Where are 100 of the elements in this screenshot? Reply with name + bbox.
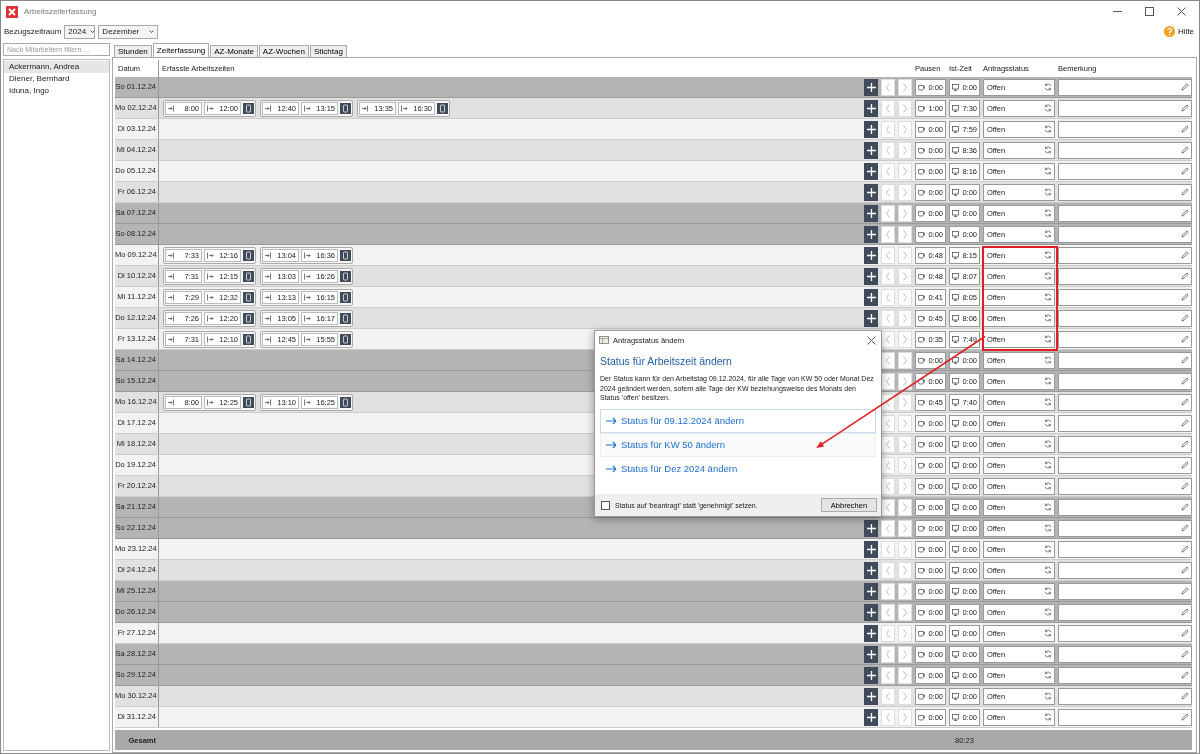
employee-item[interactable]: Diener, Bernhard: [4, 73, 109, 85]
tab[interactable]: AZ-Wochen: [258, 45, 309, 57]
year-dropdown[interactable]: 2024: [64, 24, 96, 39]
remark-field[interactable]: [1058, 330, 1192, 348]
add-button[interactable]: [864, 666, 878, 684]
remark-field[interactable]: [1058, 393, 1192, 411]
remark-field[interactable]: [1058, 540, 1192, 558]
remark-field[interactable]: [1058, 582, 1192, 600]
remark-field[interactable]: [1058, 162, 1192, 180]
add-button[interactable]: [864, 309, 878, 327]
sign-in-icon: [168, 251, 175, 259]
remark-field[interactable]: [1058, 414, 1192, 432]
refresh-icon: [1044, 713, 1052, 721]
employee-item[interactable]: Iduna, Ingo: [4, 85, 109, 97]
chevron-right-icon: [903, 691, 907, 701]
remark-field[interactable]: [1058, 435, 1192, 453]
door-icon[interactable]: [340, 333, 351, 345]
add-button[interactable]: [864, 561, 878, 579]
cup-icon: [918, 503, 925, 511]
door-icon[interactable]: [243, 396, 254, 408]
chevron-left-icon: [886, 271, 890, 281]
add-button[interactable]: [864, 99, 878, 117]
employee-item[interactable]: Ackermann, Andrea: [4, 61, 109, 73]
remark-field[interactable]: [1058, 99, 1192, 117]
remark-field[interactable]: [1058, 183, 1192, 201]
remark-field[interactable]: [1058, 603, 1192, 621]
add-button[interactable]: [864, 288, 878, 306]
add-button[interactable]: [864, 645, 878, 663]
status-option[interactable]: Status für 09.12.2024 ändern: [600, 408, 876, 433]
remark-field[interactable]: [1058, 204, 1192, 222]
add-button[interactable]: [864, 78, 878, 96]
add-button[interactable]: [864, 519, 878, 537]
door-icon[interactable]: [340, 312, 351, 324]
remark-field[interactable]: [1058, 687, 1192, 705]
add-button[interactable]: [864, 624, 878, 642]
add-button[interactable]: [864, 708, 878, 726]
tab[interactable]: Stunden: [114, 45, 152, 57]
remark-field[interactable]: [1058, 498, 1192, 516]
sign-out-icon: [304, 251, 311, 259]
cup-icon: [918, 524, 925, 532]
pencil-icon: [1181, 356, 1189, 364]
help-link[interactable]: Hilfe: [1164, 26, 1194, 37]
close-button[interactable]: [865, 334, 877, 346]
month-dropdown[interactable]: Dezember: [98, 24, 159, 39]
remark-field[interactable]: [1058, 246, 1192, 264]
remark-field[interactable]: [1058, 141, 1192, 159]
remark-field[interactable]: [1058, 372, 1192, 390]
sign-out-icon: [207, 314, 214, 322]
door-icon[interactable]: [243, 333, 254, 345]
add-button[interactable]: [864, 120, 878, 138]
status-option[interactable]: Status für KW 50 ändern: [600, 432, 876, 457]
add-button[interactable]: [864, 246, 878, 264]
pencil-icon: [1181, 230, 1189, 238]
remark-field[interactable]: [1058, 225, 1192, 243]
chevron-left-icon: [886, 292, 890, 302]
add-button[interactable]: [864, 267, 878, 285]
add-button[interactable]: [864, 582, 878, 600]
caret-icon: [149, 30, 155, 33]
refresh-icon: [1044, 83, 1052, 91]
remark-field[interactable]: [1058, 708, 1192, 726]
arrow-right-icon: [606, 416, 616, 425]
remark-field[interactable]: [1058, 645, 1192, 663]
door-icon[interactable]: [243, 270, 254, 282]
remark-field[interactable]: [1058, 561, 1192, 579]
add-button[interactable]: [864, 603, 878, 621]
door-icon[interactable]: [243, 102, 254, 114]
add-button[interactable]: [864, 225, 878, 243]
add-button[interactable]: [864, 540, 878, 558]
add-button[interactable]: [864, 162, 878, 180]
add-button[interactable]: [864, 687, 878, 705]
door-icon[interactable]: [340, 396, 351, 408]
add-button[interactable]: [864, 183, 878, 201]
remark-field[interactable]: [1058, 267, 1192, 285]
pencil-icon: [1181, 671, 1189, 679]
door-icon[interactable]: [437, 102, 448, 114]
add-button[interactable]: [864, 141, 878, 159]
door-icon[interactable]: [340, 291, 351, 303]
remark-field[interactable]: [1058, 120, 1192, 138]
door-icon[interactable]: [243, 312, 254, 324]
tab[interactable]: Stichtag: [309, 45, 347, 57]
refresh-icon: [1044, 524, 1052, 532]
remark-field[interactable]: [1058, 519, 1192, 537]
remark-field[interactable]: [1058, 456, 1192, 474]
door-icon[interactable]: [340, 102, 351, 114]
door-icon[interactable]: [243, 249, 254, 261]
door-icon[interactable]: [340, 249, 351, 261]
door-icon[interactable]: [340, 270, 351, 282]
refresh-icon: [1044, 272, 1052, 280]
door-icon[interactable]: [243, 291, 254, 303]
remark-field[interactable]: [1058, 309, 1192, 327]
tab[interactable]: AZ-Monate: [210, 45, 258, 57]
remark-field[interactable]: [1058, 666, 1192, 684]
tab[interactable]: Zeiterfassung: [152, 43, 210, 57]
checkbox[interactable]: [601, 500, 610, 510]
add-button[interactable]: [864, 204, 878, 222]
remark-field[interactable]: [1058, 288, 1192, 306]
remark-field[interactable]: [1058, 78, 1192, 96]
remark-field[interactable]: [1058, 624, 1192, 642]
remark-field[interactable]: [1058, 351, 1192, 369]
remark-field[interactable]: [1058, 477, 1192, 495]
